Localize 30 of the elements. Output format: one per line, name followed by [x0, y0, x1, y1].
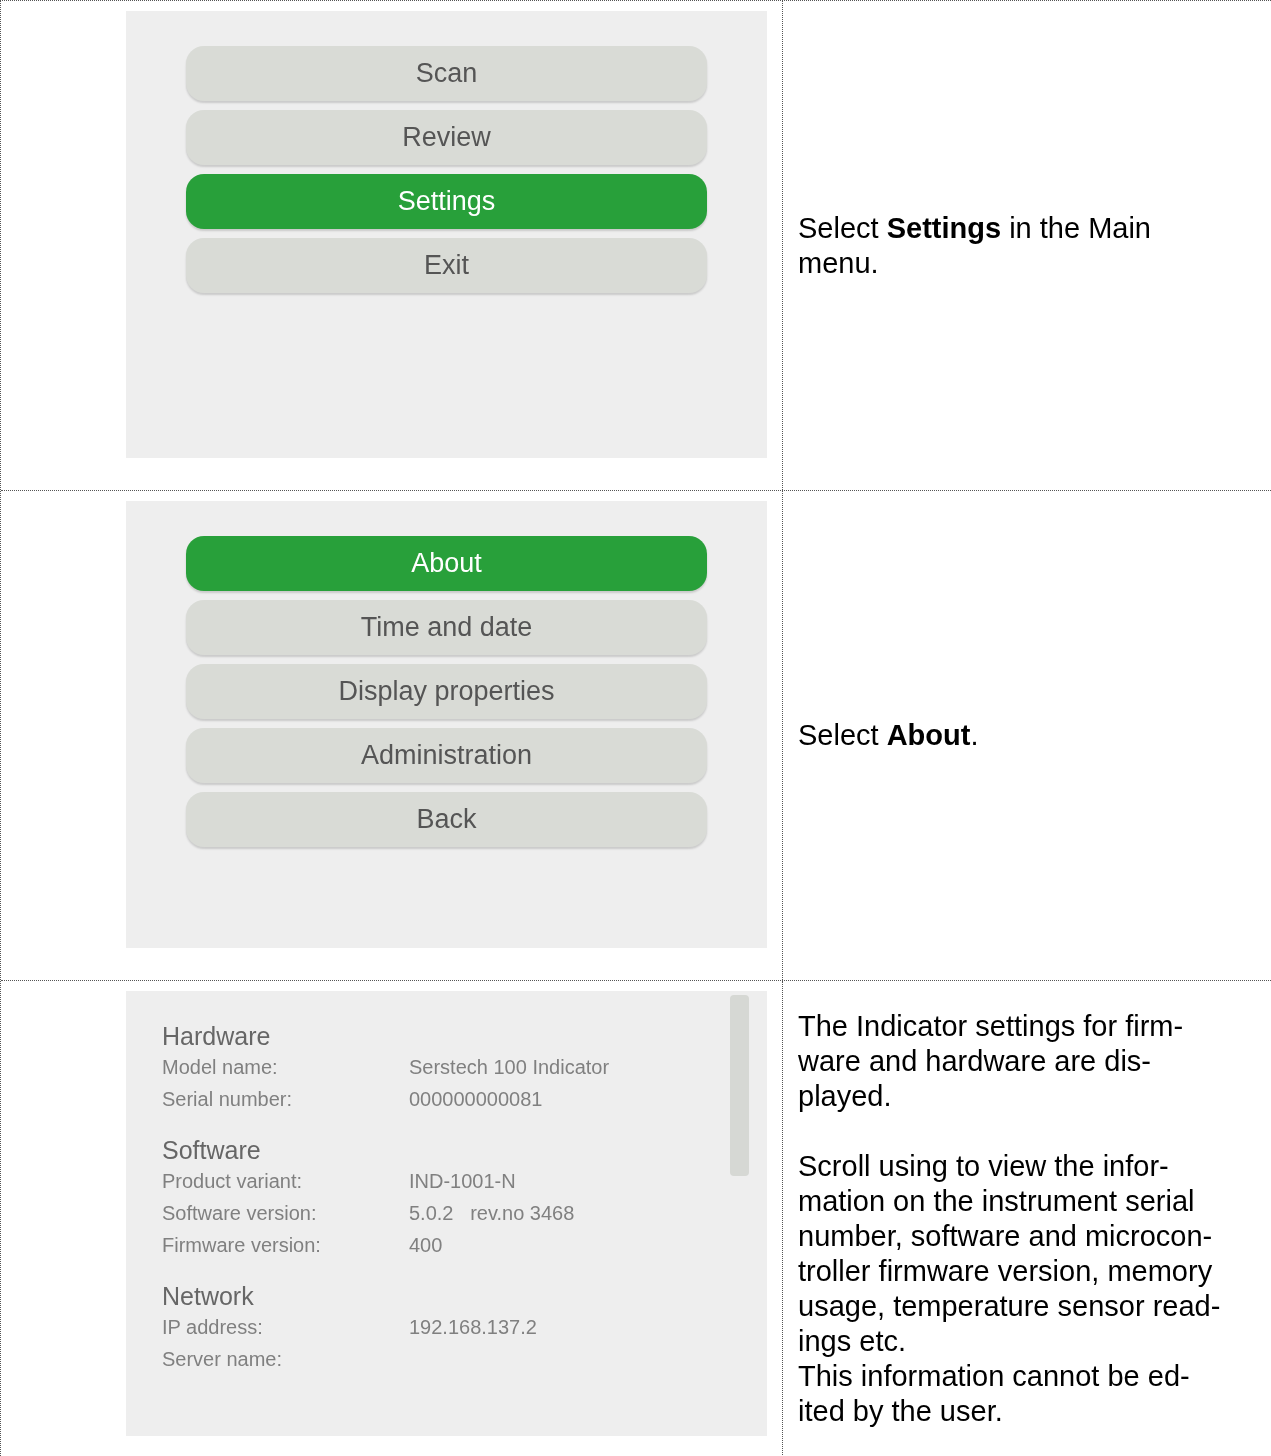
- field-value: Serstech 100 Indicator: [409, 1055, 610, 1080]
- menu-button[interactable]: Scan: [186, 46, 707, 101]
- scrollbar-thumb[interactable]: [730, 995, 749, 1176]
- field-label: Product variant:: [162, 1169, 304, 1194]
- menu-button[interactable]: Settings: [186, 174, 707, 229]
- description-text: Select About.: [798, 718, 980, 753]
- field-value: 192.168.137.2: [409, 1315, 537, 1340]
- description-text: Select Settings in the Main menu.: [798, 210, 1152, 281]
- field-label: Serial number:: [162, 1087, 294, 1112]
- section-heading: Hardware: [162, 1021, 272, 1051]
- menu-button[interactable]: Display properties: [186, 664, 707, 719]
- field-value: 5.0.2 rev.no 3468: [409, 1201, 575, 1226]
- field-label: Model name:: [162, 1055, 279, 1080]
- field-label: Firmware version:: [162, 1233, 322, 1258]
- section-heading: Network: [162, 1281, 255, 1311]
- field-value: 400: [409, 1233, 443, 1258]
- field-label: IP address:: [162, 1315, 264, 1340]
- field-label: Software version:: [162, 1201, 318, 1226]
- menu-button[interactable]: Time and date: [186, 600, 707, 655]
- menu-button[interactable]: Exit: [186, 238, 707, 293]
- menu-button[interactable]: About: [186, 536, 707, 591]
- field-label: Server name:: [162, 1347, 284, 1372]
- field-value: IND-1001-N: [409, 1169, 516, 1194]
- description-text: The Indicator settings for firm- ware and hardware are dis- played.: [798, 1009, 1185, 1114]
- field-value: 000000000081: [409, 1087, 543, 1112]
- menu-button[interactable]: Back: [186, 792, 707, 847]
- section-heading: Software: [162, 1135, 262, 1165]
- menu-button[interactable]: Administration: [186, 728, 707, 783]
- menu-button[interactable]: Review: [186, 110, 707, 165]
- description-text: Scroll using to view the infor- mation on the instrument serial number, software and microcon- troller firmware version, memory usage, temperature sensor read- ings etc. This information cannot be ed- ited by the user.: [798, 1149, 1222, 1429]
